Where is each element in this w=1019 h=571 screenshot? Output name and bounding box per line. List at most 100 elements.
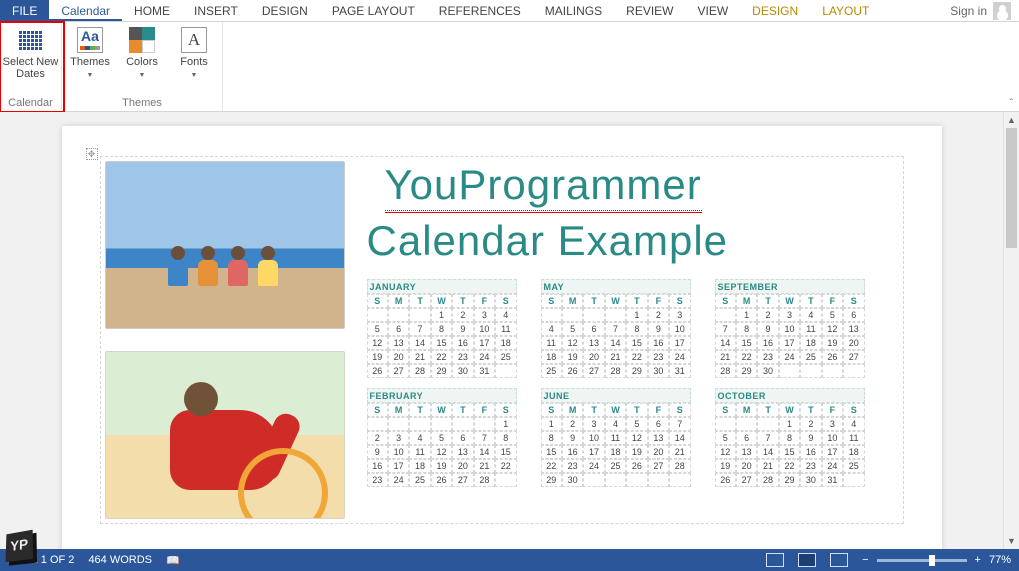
colors-icon xyxy=(126,26,158,54)
tab-mailings[interactable]: MAILINGS xyxy=(533,0,614,21)
themes-button[interactable]: Aa Themes ▼ xyxy=(68,26,112,82)
week-row: 78910111213 xyxy=(715,322,865,336)
week-row: 19202122232425 xyxy=(715,459,865,473)
week-row: 1234 xyxy=(367,308,517,322)
status-bar: PAGE 1 OF 2 464 WORDS 📖 − + 77% xyxy=(0,549,1019,571)
zoom-percent[interactable]: 77% xyxy=(989,554,1011,566)
week-row: 891011121314 xyxy=(541,431,691,445)
week-row: 1 xyxy=(367,417,517,431)
themes-icon: Aa xyxy=(74,26,106,54)
sign-in-label: Sign in xyxy=(950,4,987,18)
zoom-in-button[interactable]: + xyxy=(975,554,981,566)
collapse-ribbon-button[interactable]: ˆ xyxy=(1010,98,1013,109)
tab-page-layout[interactable]: PAGE LAYOUT xyxy=(320,0,427,21)
photo-beach[interactable] xyxy=(105,161,345,329)
month-name: OCTOBER xyxy=(715,388,865,403)
week-row: 262728293031 xyxy=(367,364,517,378)
week-row: 14151617181920 xyxy=(715,336,865,350)
week-row: 11121314151617 xyxy=(541,336,691,350)
print-layout-button[interactable] xyxy=(798,553,816,567)
tab-view[interactable]: VIEW xyxy=(686,0,741,21)
ribbon-group-calendar: Select New Dates Calendar xyxy=(0,22,62,111)
weekday-header: SMTWTFS xyxy=(541,403,691,417)
week-row: 9101112131415 xyxy=(367,445,517,459)
content-column: YouProgrammer Calendar Example JANUARYSM… xyxy=(367,161,899,519)
tab-review[interactable]: REVIEW xyxy=(614,0,685,21)
scroll-thumb[interactable] xyxy=(1006,128,1017,248)
scroll-track[interactable] xyxy=(1004,128,1019,533)
weekday-header: SMTWTFS xyxy=(367,294,517,308)
tab-design[interactable]: DESIGN xyxy=(250,0,320,21)
page: ✥ YouProgrammer xyxy=(62,126,942,549)
ribbon-group-themes-label: Themes xyxy=(122,97,162,109)
title-line2[interactable]: Calendar Example xyxy=(367,217,729,264)
week-row: 567891011 xyxy=(715,431,865,445)
ribbon: Select New Dates Calendar Aa Themes ▼ Co… xyxy=(0,22,1019,112)
calendar-grid-icon xyxy=(15,26,47,54)
photo-child-playing[interactable] xyxy=(105,351,345,519)
week-row: 262728293031 xyxy=(715,473,865,487)
month-name: FEBRUARY xyxy=(367,388,517,403)
week-row: 15161718192021 xyxy=(541,445,691,459)
fonts-button[interactable]: A Fonts ▼ xyxy=(172,26,216,82)
sign-in-button[interactable]: Sign in xyxy=(942,0,1019,21)
week-row: 19202122232425 xyxy=(367,350,517,364)
scroll-down-arrow[interactable]: ▼ xyxy=(1004,533,1019,549)
colors-label: Colors xyxy=(126,56,158,68)
week-row: 12131415161718 xyxy=(367,336,517,350)
month-name: JUNE xyxy=(541,388,691,403)
month-october: OCTOBERSMTWTFS12345678910111213141516171… xyxy=(715,388,865,487)
tab-home[interactable]: HOME xyxy=(122,0,182,21)
web-layout-button[interactable] xyxy=(830,553,848,567)
vertical-scrollbar[interactable]: ▲ ▼ xyxy=(1003,112,1019,549)
week-row: 123456 xyxy=(715,308,865,322)
tab-references[interactable]: REFERENCES xyxy=(427,0,533,21)
month-name: JANUARY xyxy=(367,279,517,294)
week-row: 22232425262728 xyxy=(541,459,691,473)
tab-contextual-layout[interactable]: LAYOUT xyxy=(810,0,881,21)
zoom-out-button[interactable]: − xyxy=(862,554,868,566)
zoom-controls: − + 77% xyxy=(862,554,1011,566)
week-row: 1234567 xyxy=(541,417,691,431)
week-row: 12131415161718 xyxy=(715,445,865,459)
week-row: 25262728293031 xyxy=(541,364,691,378)
weekday-header: SMTWTFS xyxy=(715,403,865,417)
document-area[interactable]: ✥ YouProgrammer xyxy=(0,112,1003,549)
chevron-down-icon: ▼ xyxy=(87,70,94,82)
calendar-year-grid: JANUARYSMTWTFS12345678910111213141516171… xyxy=(367,279,899,487)
table-anchor-icon[interactable]: ✥ xyxy=(86,148,98,160)
title-line1[interactable]: YouProgrammer xyxy=(385,161,702,213)
week-row: 18192021222324 xyxy=(541,350,691,364)
tab-insert[interactable]: INSERT xyxy=(182,0,250,21)
read-mode-button[interactable] xyxy=(766,553,784,567)
user-avatar-icon xyxy=(993,2,1011,20)
tab-calendar[interactable]: Calendar xyxy=(49,0,122,21)
weekday-header: SMTWTFS xyxy=(715,294,865,308)
zoom-slider[interactable] xyxy=(877,559,967,562)
week-row: 2345678 xyxy=(367,431,517,445)
status-page[interactable]: PAGE 1 OF 2 xyxy=(8,554,74,566)
month-may: MAYSMTWTFS123456789101112131415161718192… xyxy=(541,279,691,378)
status-words[interactable]: 464 WORDS xyxy=(88,554,152,566)
themes-label: Themes xyxy=(70,56,110,68)
month-september: SEPTEMBERSMTWTFS123456789101112131415161… xyxy=(715,279,865,378)
month-name: SEPTEMBER xyxy=(715,279,865,294)
chevron-down-icon: ▼ xyxy=(191,70,198,82)
ribbon-group-calendar-label: Calendar xyxy=(8,97,53,109)
fonts-label: Fonts xyxy=(180,56,208,68)
scroll-up-arrow[interactable]: ▲ xyxy=(1004,112,1019,128)
weekday-header: SMTWTFS xyxy=(367,403,517,417)
week-row: 45678910 xyxy=(541,322,691,336)
tab-bar: FILE Calendar HOME INSERT DESIGN PAGE LA… xyxy=(0,0,1019,22)
spellcheck-icon[interactable]: 📖 xyxy=(166,554,180,567)
week-row: 16171819202122 xyxy=(367,459,517,473)
tab-file[interactable]: FILE xyxy=(0,0,49,21)
tab-contextual-design[interactable]: DESIGN xyxy=(740,0,810,21)
ribbon-group-themes: Aa Themes ▼ Colors ▼ A Fonts ▼ Themes xyxy=(62,22,223,111)
week-row: 2930 xyxy=(541,473,691,487)
select-new-dates-button[interactable]: Select New Dates xyxy=(3,26,59,80)
month-january: JANUARYSMTWTFS12345678910111213141516171… xyxy=(367,279,517,378)
week-row: 567891011 xyxy=(367,322,517,336)
photo-column xyxy=(105,161,345,519)
colors-button[interactable]: Colors ▼ xyxy=(120,26,164,82)
